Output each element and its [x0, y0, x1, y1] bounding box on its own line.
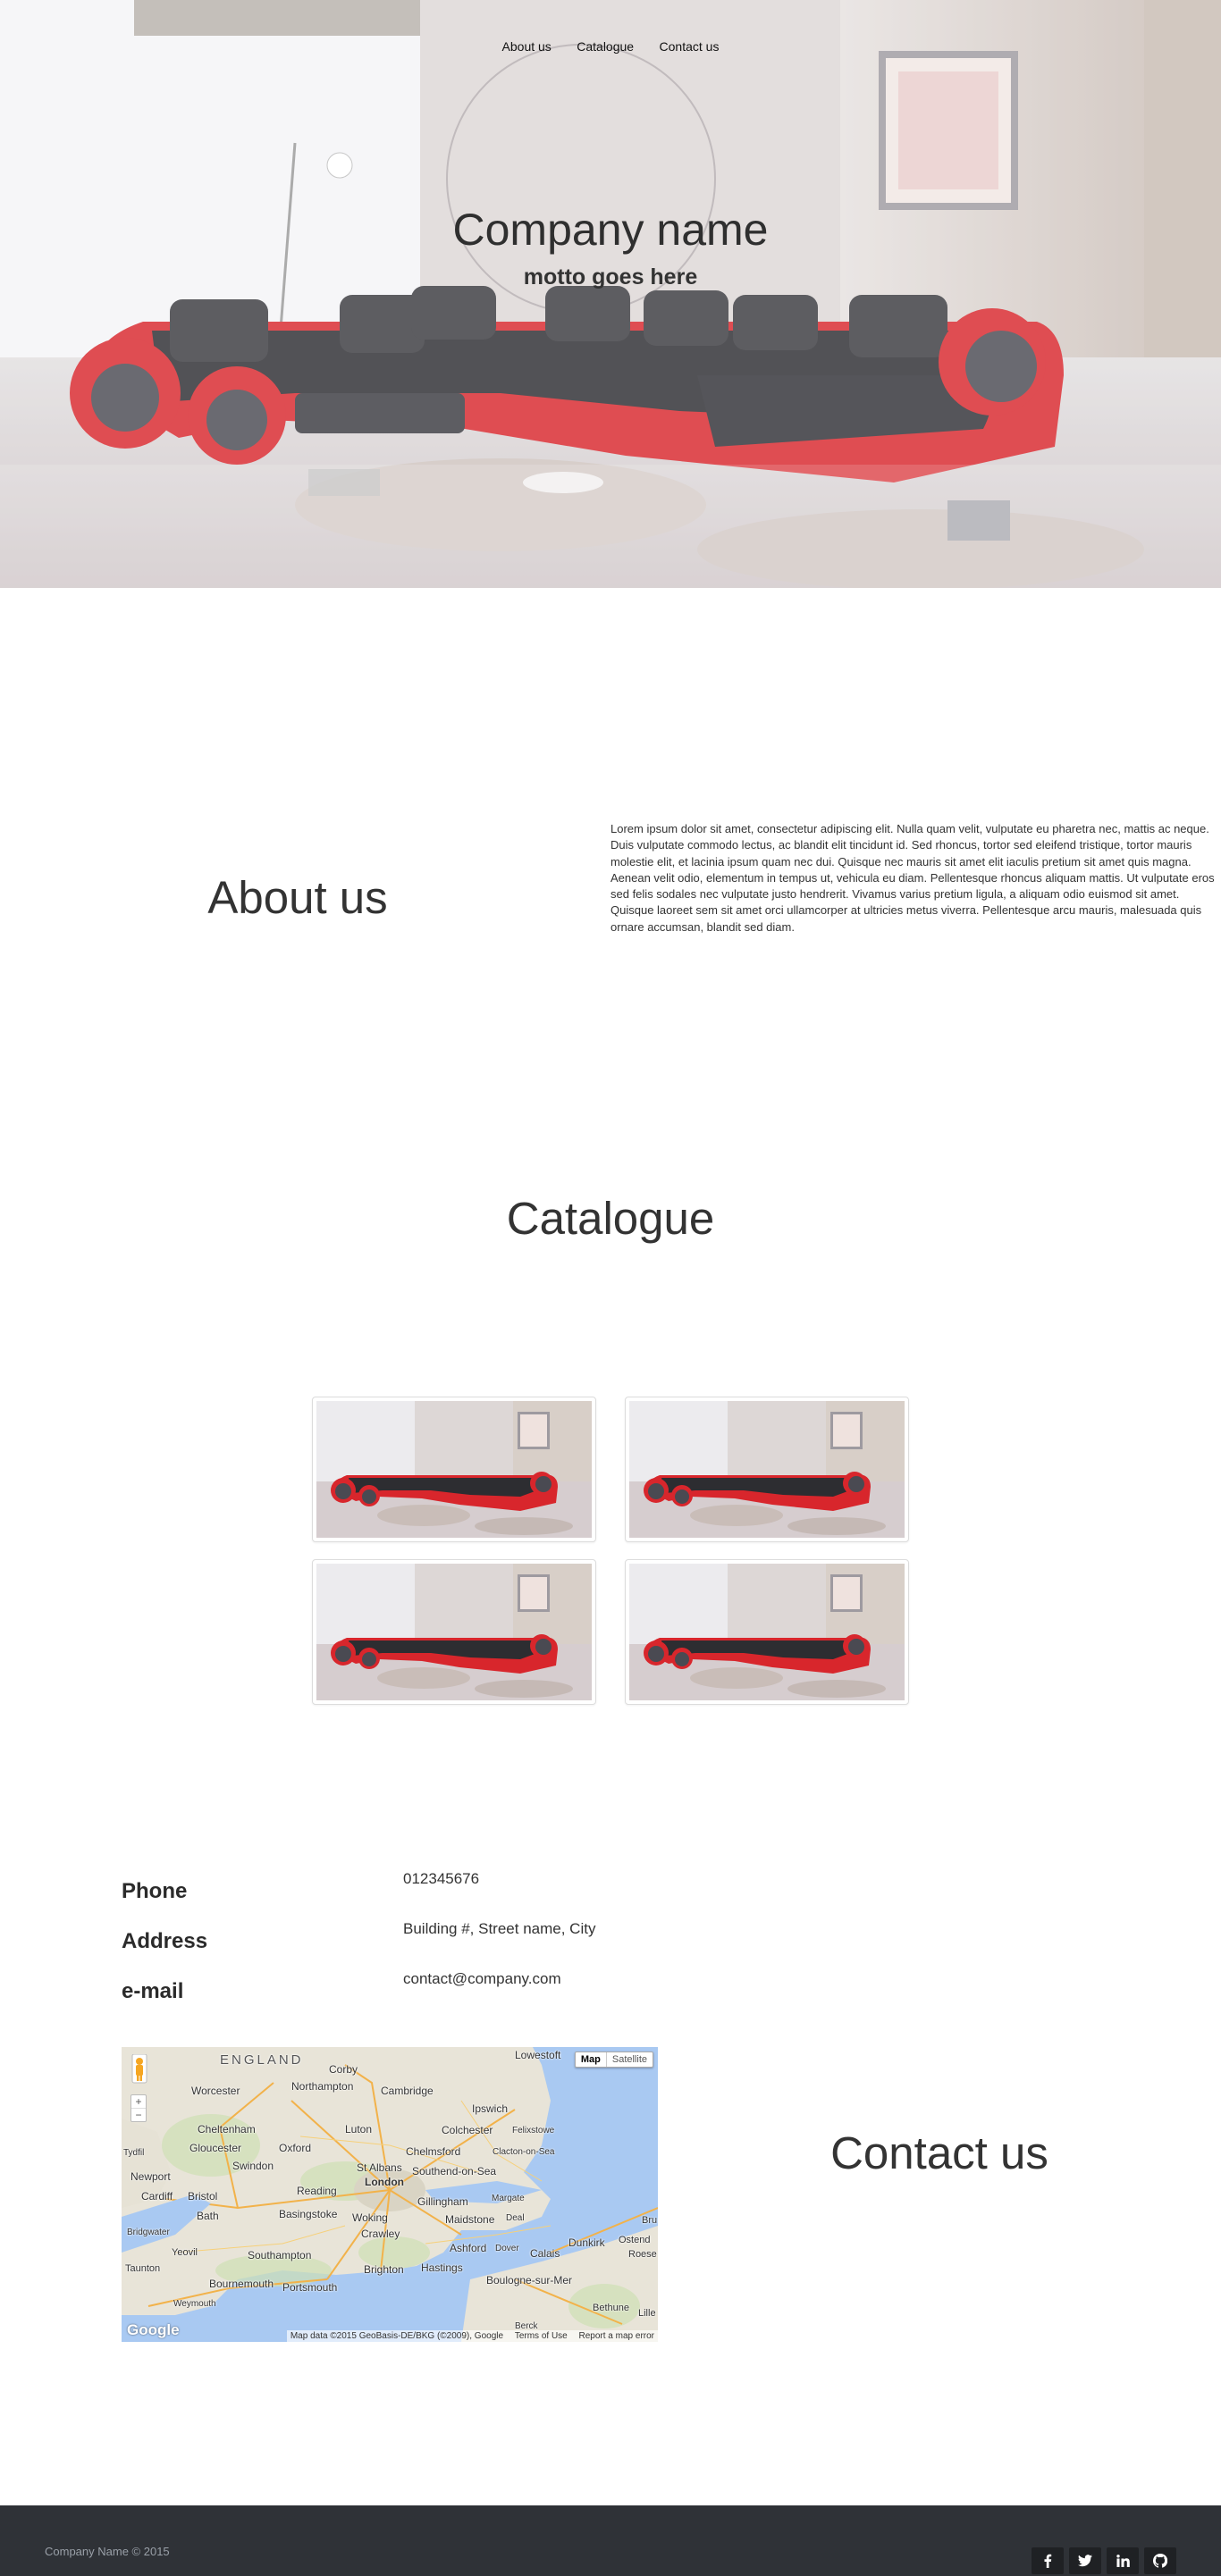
map-label-place: Oxford [279, 2142, 312, 2154]
map-data-credit: Map data ©2015 GeoBasis-DE/BKG (©2009), … [290, 2331, 504, 2341]
map-label-place: Roese [628, 2249, 657, 2260]
map-label-place: Boulogne-sur-Mer [486, 2274, 573, 2287]
map-label-place: Cambridge [381, 2085, 434, 2097]
map-label-place: Dover [495, 2244, 519, 2253]
map-type-control: Map Satellite [574, 2052, 653, 2068]
pegman-icon[interactable] [131, 2053, 148, 2085]
contact-value-email[interactable]: contact@company.com [403, 1970, 561, 1988]
hero-overlay [0, 0, 1221, 588]
contact-label-phone: Phone [122, 1879, 188, 1903]
map-report-error-link[interactable]: Report a map error [579, 2331, 654, 2341]
contact-value-phone: 012345676 [403, 1870, 480, 1887]
catalogue-item-image [629, 1564, 905, 1700]
catalogue-item-2[interactable] [625, 1397, 909, 1542]
map-label-place: Northampton [291, 2080, 354, 2093]
map-label-place: Hastings [421, 2261, 463, 2274]
map-credits: Map data ©2015 GeoBasis-DE/BKG (©2009), … [286, 2330, 658, 2342]
catalogue-item-4[interactable] [625, 1559, 909, 1705]
google-logo: Google [127, 2321, 180, 2338]
map-label-place: Ostend [619, 2235, 651, 2245]
about-text: Lorem ipsum dolor sit amet, consectetur … [610, 822, 1215, 934]
map-zoom-out-button[interactable]: − [131, 2109, 146, 2121]
facebook-icon[interactable] [1032, 2547, 1064, 2574]
map-label-place: London [365, 2176, 404, 2188]
catalogue-item-1[interactable] [312, 1397, 596, 1542]
map-label-region: ENGLAND [220, 2052, 304, 2068]
map-label-place: Bridgwater [127, 2228, 170, 2237]
map-label-place: Bath [197, 2210, 219, 2222]
contact-heading: Contact us [830, 2127, 1048, 2178]
hero-section: About us Catalogue Contact us Company na… [0, 0, 1221, 588]
map-label-place: Bethune [593, 2303, 629, 2313]
page: About us Catalogue Contact us Company na… [0, 0, 1221, 2576]
map-terms-link[interactable]: Terms of Use [515, 2331, 568, 2341]
map-label-place: Deal [506, 2213, 525, 2223]
map-label-place: Yeovil [172, 2247, 198, 2258]
map-label-place: St Albans [357, 2161, 402, 2174]
map-label-place: Lowestoft [515, 2049, 561, 2061]
catalogue-item-image [316, 1564, 592, 1700]
map-label-place: Tydfil [123, 2148, 145, 2158]
map-label-place: Portsmouth [282, 2281, 338, 2294]
map-label-place: Ashford [450, 2242, 487, 2254]
nav-link-contact-us[interactable]: Contact us [660, 39, 720, 54]
map-type-map-button[interactable]: Map [576, 2052, 607, 2067]
map-label-place: Basingstoke [279, 2208, 338, 2220]
map-label-place: Colchester [442, 2124, 493, 2136]
map-label-place: Chelmsford [406, 2145, 461, 2158]
map-label-place: Bru [642, 2215, 658, 2226]
map-zoom-control: + − [131, 2053, 148, 2122]
nav-link-about-us[interactable]: About us [502, 39, 552, 54]
social-links [1032, 2547, 1176, 2574]
map-label-place: Crawley [361, 2228, 400, 2240]
map-label-place: Reading [297, 2185, 337, 2197]
map-label-place: Margate [492, 2194, 525, 2203]
catalogue-item-image [316, 1401, 592, 1538]
footer: Company Name © 2015 [0, 2505, 1221, 2576]
map-label-place: Ipswich [472, 2102, 509, 2115]
map-label-place: Felixstowe [512, 2126, 555, 2135]
map-label-place: Bournemouth [209, 2278, 274, 2290]
main-nav: About us Catalogue Contact us [0, 39, 1221, 55]
catalogue-item-3[interactable] [312, 1559, 596, 1705]
map-label-place: Newport [131, 2170, 171, 2183]
map-label-place: Taunton [125, 2263, 161, 2274]
map-label-place: Maidstone [445, 2213, 495, 2226]
company-motto: motto goes here [523, 264, 698, 289]
twitter-icon[interactable] [1069, 2547, 1101, 2574]
map-label-place: Worcester [191, 2085, 240, 2097]
company-name-title: Company name [452, 205, 769, 255]
map-label-place: Brighton [364, 2263, 404, 2276]
map-label-place: Clacton-on-Sea [493, 2147, 555, 2157]
map-zoom-in-button[interactable]: + [131, 2095, 146, 2109]
map-label-place: Weymouth [173, 2299, 216, 2309]
map-label-place: Dunkirk [568, 2236, 605, 2249]
map-label-place: Gloucester [189, 2142, 242, 2154]
map-label-place: Swindon [232, 2160, 274, 2172]
map-label-place: Calais [530, 2247, 560, 2260]
map-label-place: Cardiff [141, 2190, 173, 2203]
map-label-place: Gillingham [417, 2195, 468, 2208]
location-map[interactable]: ENGLAND Worcester Corby Lowestoft Northa… [122, 2047, 658, 2342]
linkedin-icon[interactable] [1107, 2547, 1139, 2574]
contact-label-address: Address [122, 1929, 208, 1953]
map-label-place: Luton [345, 2123, 373, 2135]
nav-link-catalogue[interactable]: Catalogue [577, 39, 634, 54]
about-heading: About us [207, 872, 388, 923]
map-label-place: Corby [329, 2063, 358, 2076]
map-type-satellite-button[interactable]: Satellite [607, 2052, 653, 2067]
catalogue-item-image [629, 1401, 905, 1538]
map-label-place: Bristol [188, 2190, 218, 2203]
map-label-place: Southampton [248, 2249, 312, 2261]
github-icon[interactable] [1144, 2547, 1176, 2574]
contact-value-address: Building #, Street name, City [403, 1920, 596, 1937]
map-label-place: Southend-on-Sea [412, 2165, 497, 2177]
footer-copyright: Company Name © 2015 [45, 2545, 170, 2558]
map-label-place: Lille [638, 2308, 656, 2319]
map-label-place: Woking [352, 2211, 388, 2224]
catalogue-heading: Catalogue [506, 1193, 715, 1244]
contact-label-email: e-mail [122, 1979, 184, 2003]
map-label-place: Cheltenham [198, 2123, 256, 2135]
